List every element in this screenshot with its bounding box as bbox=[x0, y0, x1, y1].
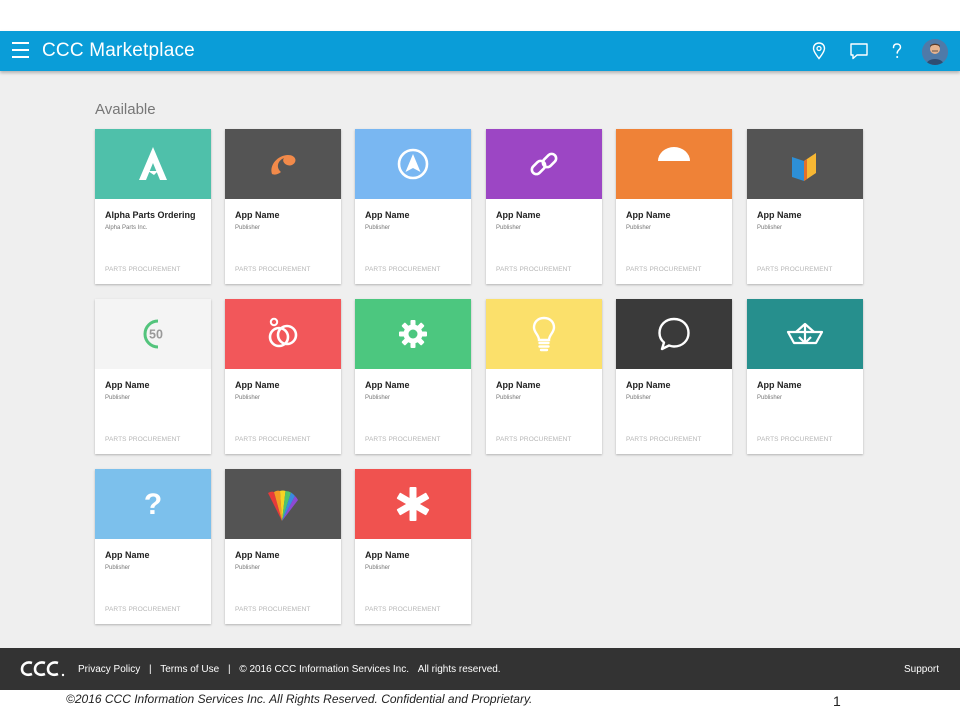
section-title-available: Available bbox=[95, 101, 156, 118]
app-name: App Name bbox=[365, 210, 410, 220]
app-category: PARTS PROCUREMENT bbox=[235, 436, 311, 443]
app-publisher: Publisher bbox=[365, 565, 391, 571]
app-category: PARTS PROCUREMENT bbox=[365, 436, 441, 443]
svg-text:50: 50 bbox=[149, 328, 163, 342]
app-category: PARTS PROCUREMENT bbox=[496, 266, 572, 273]
app-card[interactable]: 50 App Name Publisher PARTS PROCUREMENT bbox=[95, 299, 211, 454]
app-card-banner bbox=[225, 469, 341, 539]
app-publisher: Alpha Parts Inc. bbox=[105, 225, 148, 231]
app-card-banner bbox=[747, 129, 863, 199]
app-card-banner bbox=[616, 299, 732, 369]
app-publisher: Publisher bbox=[365, 395, 391, 401]
app-card-banner bbox=[225, 299, 341, 369]
hamburger-menu-icon[interactable] bbox=[12, 42, 30, 60]
app-header: CCC Marketplace bbox=[0, 31, 960, 71]
app-publisher: Publisher bbox=[365, 225, 391, 231]
app-name: App Name bbox=[496, 210, 541, 220]
app-name: App Name bbox=[496, 380, 541, 390]
app-card-banner bbox=[355, 299, 471, 369]
app-publisher: Publisher bbox=[757, 395, 783, 401]
app-title: CCC Marketplace bbox=[42, 40, 195, 61]
app-card-banner bbox=[486, 129, 602, 199]
app-category: PARTS PROCUREMENT bbox=[105, 436, 181, 443]
footer-copyright: © 2016 CCC Information Services Inc. bbox=[239, 664, 409, 675]
app-name: App Name bbox=[626, 210, 671, 220]
app-card-banner bbox=[225, 129, 341, 199]
app-category: PARTS PROCUREMENT bbox=[105, 606, 181, 613]
app-name: App Name bbox=[757, 210, 802, 220]
footer-separator: | bbox=[149, 664, 152, 675]
app-card[interactable]: App Name Publisher PARTS PROCUREMENT bbox=[355, 469, 471, 624]
app-card[interactable]: App Name Publisher PARTS PROCUREMENT bbox=[486, 129, 602, 284]
app-card-banner bbox=[747, 299, 863, 369]
app-publisher: Publisher bbox=[105, 395, 131, 401]
app-name: App Name bbox=[105, 380, 150, 390]
app-publisher: Publisher bbox=[626, 395, 652, 401]
app-category: PARTS PROCUREMENT bbox=[235, 266, 311, 273]
app-name: Alpha Parts Ordering bbox=[105, 210, 196, 220]
app-card-banner bbox=[95, 129, 211, 199]
terms-of-use-link[interactable]: Terms of Use bbox=[160, 664, 219, 675]
app-name: App Name bbox=[365, 550, 410, 560]
chat-icon[interactable] bbox=[848, 40, 870, 62]
app-card[interactable]: App Name Publisher PARTS PROCUREMENT bbox=[616, 299, 732, 454]
app-name: App Name bbox=[757, 380, 802, 390]
footer-rights: All rights reserved. bbox=[417, 664, 501, 675]
help-icon[interactable] bbox=[886, 40, 908, 62]
app-card[interactable]: App Name Publisher PARTS PROCUREMENT bbox=[616, 129, 732, 284]
app-category: PARTS PROCUREMENT bbox=[365, 606, 441, 613]
app-card-banner bbox=[486, 299, 602, 369]
app-card-banner: ? bbox=[95, 469, 211, 539]
confidential-notice: ©2016 CCC Information Services Inc. All … bbox=[66, 692, 533, 706]
app-name: App Name bbox=[626, 380, 671, 390]
location-pin-icon[interactable] bbox=[808, 40, 830, 62]
app-card-banner bbox=[355, 469, 471, 539]
app-publisher: Publisher bbox=[757, 225, 783, 231]
privacy-policy-link[interactable]: Privacy Policy bbox=[78, 664, 140, 675]
app-card-banner bbox=[355, 129, 471, 199]
app-card-banner: 50 bbox=[95, 299, 211, 369]
app-name: App Name bbox=[235, 380, 280, 390]
footer: Privacy Policy | Terms of Use | © 2016 C… bbox=[0, 648, 960, 690]
app-card[interactable]: App Name Publisher PARTS PROCUREMENT bbox=[747, 129, 863, 284]
user-avatar[interactable] bbox=[922, 39, 948, 65]
app-category: PARTS PROCUREMENT bbox=[626, 436, 702, 443]
footer-links: Privacy Policy | Terms of Use | © 2016 C… bbox=[78, 664, 501, 675]
app-publisher: Publisher bbox=[496, 395, 522, 401]
app-category: PARTS PROCUREMENT bbox=[757, 436, 833, 443]
support-link[interactable]: Support bbox=[904, 664, 939, 675]
app-card[interactable]: App Name Publisher PARTS PROCUREMENT bbox=[355, 299, 471, 454]
app-category: PARTS PROCUREMENT bbox=[626, 266, 702, 273]
app-category: PARTS PROCUREMENT bbox=[757, 266, 833, 273]
app-card[interactable]: App Name Publisher PARTS PROCUREMENT bbox=[225, 129, 341, 284]
app-publisher: Publisher bbox=[235, 395, 261, 401]
footer-separator: | bbox=[227, 664, 231, 675]
app-card[interactable]: App Name Publisher PARTS PROCUREMENT bbox=[225, 469, 341, 624]
app-card[interactable]: App Name Publisher PARTS PROCUREMENT bbox=[486, 299, 602, 454]
svg-text:?: ? bbox=[144, 488, 162, 521]
app-publisher: Publisher bbox=[105, 565, 131, 571]
app-card[interactable]: App Name Publisher PARTS PROCUREMENT bbox=[225, 299, 341, 454]
app-name: App Name bbox=[105, 550, 150, 560]
app-card[interactable]: App Name Publisher PARTS PROCUREMENT bbox=[747, 299, 863, 454]
app-name: App Name bbox=[235, 210, 280, 220]
app-card-banner bbox=[616, 129, 732, 199]
app-publisher: Publisher bbox=[235, 565, 261, 571]
app-category: PARTS PROCUREMENT bbox=[365, 266, 441, 273]
app-category: PARTS PROCUREMENT bbox=[496, 436, 572, 443]
app-publisher: Publisher bbox=[626, 225, 652, 231]
top-strip bbox=[0, 0, 960, 31]
main-content: Available Alpha Parts Ordering Alpha Part… bbox=[0, 71, 960, 648]
app-name: App Name bbox=[365, 380, 410, 390]
page-number: 1 bbox=[833, 693, 841, 709]
app-publisher: Publisher bbox=[235, 225, 261, 231]
app-publisher: Publisher bbox=[496, 225, 522, 231]
app-name: App Name bbox=[235, 550, 280, 560]
app-card[interactable]: Alpha Parts Ordering Alpha Parts Inc. PART… bbox=[95, 129, 211, 284]
app-card[interactable]: App Name Publisher PARTS PROCUREMENT bbox=[355, 129, 471, 284]
app-category: PARTS PROCUREMENT bbox=[235, 606, 311, 613]
app-category: PARTS PROCUREMENT bbox=[105, 266, 181, 273]
app-card[interactable]: ? App Name Publisher PARTS PROCUREMENT bbox=[95, 469, 211, 624]
ccc-logo bbox=[20, 659, 66, 679]
